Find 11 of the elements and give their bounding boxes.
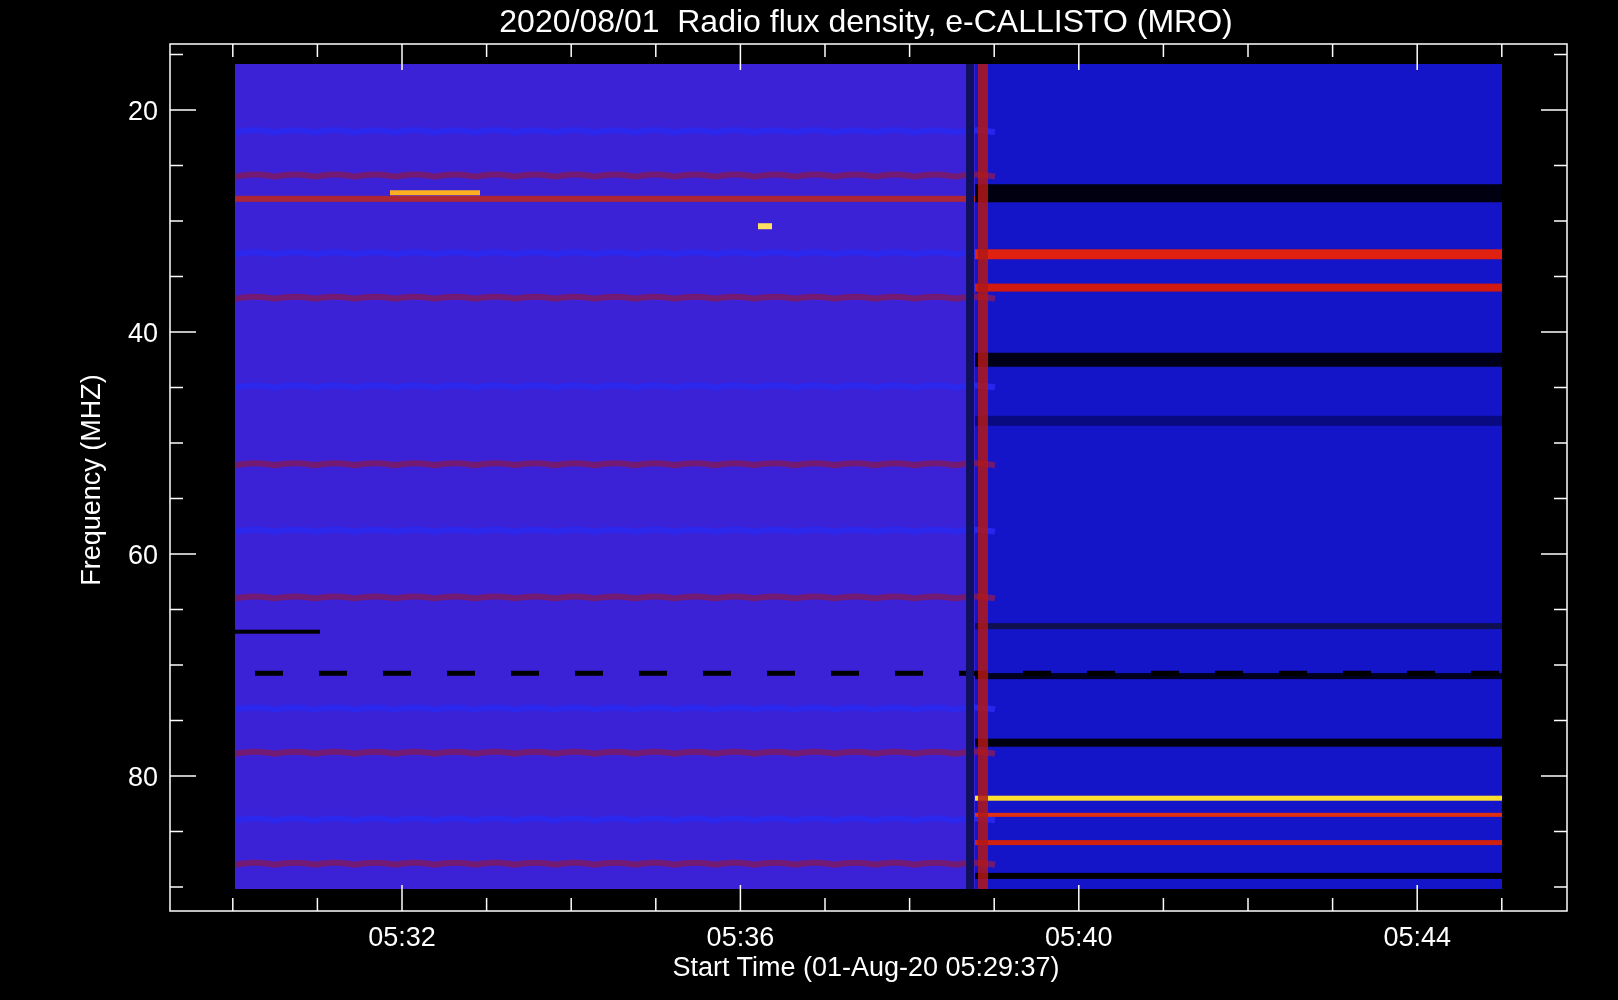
chart-title: 2020/08/01 Radio flux density, e-CALLISTO (MRO) <box>499 3 1233 39</box>
x-tick-label: 05:36 <box>706 922 775 952</box>
y-tick-label: 60 <box>127 540 158 570</box>
y-tick-label: 20 <box>127 96 158 126</box>
x-tick-label: 05:44 <box>1383 922 1451 952</box>
y-axis-title: Frequency (MHZ) <box>76 374 106 586</box>
y-tick-label: 40 <box>127 318 158 348</box>
x-tick-label: 05:40 <box>1045 922 1113 952</box>
y-tick-label: 80 <box>127 762 158 792</box>
x-tick-label: 05:32 <box>368 922 436 952</box>
x-axis-title: Start Time (01-Aug-20 05:29:37) <box>672 952 1060 982</box>
